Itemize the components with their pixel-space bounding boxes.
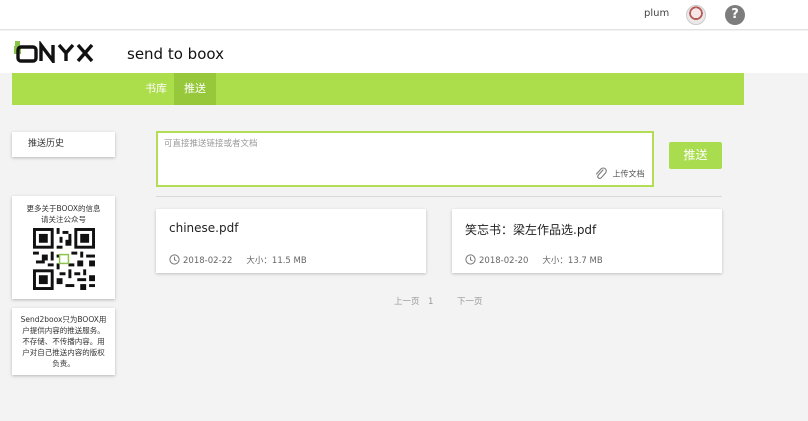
file-name: 笑忘书：梁左作品选.pdf bbox=[465, 223, 597, 237]
help-icon[interactable]: ? bbox=[725, 5, 745, 25]
username[interactable]: plum bbox=[644, 8, 669, 19]
current-page[interactable]: 1 bbox=[428, 292, 433, 313]
paperclip-icon bbox=[595, 167, 607, 179]
file-date: 2018-02-20 bbox=[479, 256, 529, 266]
qr-panel: 更多关于BOOX的信息 请关注公众号 bbox=[12, 196, 115, 299]
onyx-logo[interactable] bbox=[14, 41, 102, 63]
tab-push[interactable]: 推送 bbox=[174, 73, 216, 105]
push-button[interactable]: 推送 bbox=[669, 142, 722, 169]
prev-page-button[interactable]: 上一页 bbox=[394, 292, 420, 313]
push-link-input[interactable] bbox=[164, 137, 584, 157]
file-size: 大小：13.7 MB bbox=[542, 256, 603, 266]
upload-document-button[interactable]: 上传文档 bbox=[594, 167, 645, 181]
qr-caption-line1: 更多关于BOOX的信息 bbox=[26, 204, 101, 213]
clock-icon bbox=[169, 254, 180, 265]
tab-library[interactable]: 书库 bbox=[136, 73, 176, 105]
file-name: chinese.pdf bbox=[169, 221, 239, 235]
push-history-button[interactable]: 推送历史 bbox=[12, 132, 115, 157]
header: send to boox bbox=[0, 31, 808, 73]
qr-code-icon bbox=[33, 228, 95, 290]
divider bbox=[156, 196, 722, 197]
avatar[interactable] bbox=[686, 5, 706, 25]
nav-bar: 书库 推送 bbox=[12, 73, 744, 105]
file-card[interactable]: chinese.pdf 2018-02-22 大小：11.5 MB bbox=[156, 209, 426, 273]
top-bar: plum ? bbox=[0, 0, 808, 30]
push-input-area: 上传文档 bbox=[156, 131, 654, 187]
clock-icon bbox=[465, 254, 476, 265]
app-title: send to boox bbox=[127, 45, 224, 63]
next-page-button[interactable]: 下一页 bbox=[457, 292, 483, 313]
file-date: 2018-02-22 bbox=[183, 256, 233, 266]
copyright-notice: Send2boox只为BOOX用户提供内容的推送服务。不存储、不传播内容。用户对… bbox=[12, 308, 115, 375]
file-meta: 2018-02-22 大小：11.5 MB bbox=[169, 254, 307, 266]
file-size: 大小：11.5 MB bbox=[246, 256, 307, 266]
upload-label: 上传文档 bbox=[612, 169, 645, 179]
file-meta: 2018-02-20 大小：13.7 MB bbox=[465, 254, 603, 266]
qr-caption-line2: 请关注公众号 bbox=[41, 215, 86, 224]
file-card[interactable]: 笑忘书：梁左作品选.pdf 2018-02-20 大小：13.7 MB bbox=[452, 209, 722, 273]
